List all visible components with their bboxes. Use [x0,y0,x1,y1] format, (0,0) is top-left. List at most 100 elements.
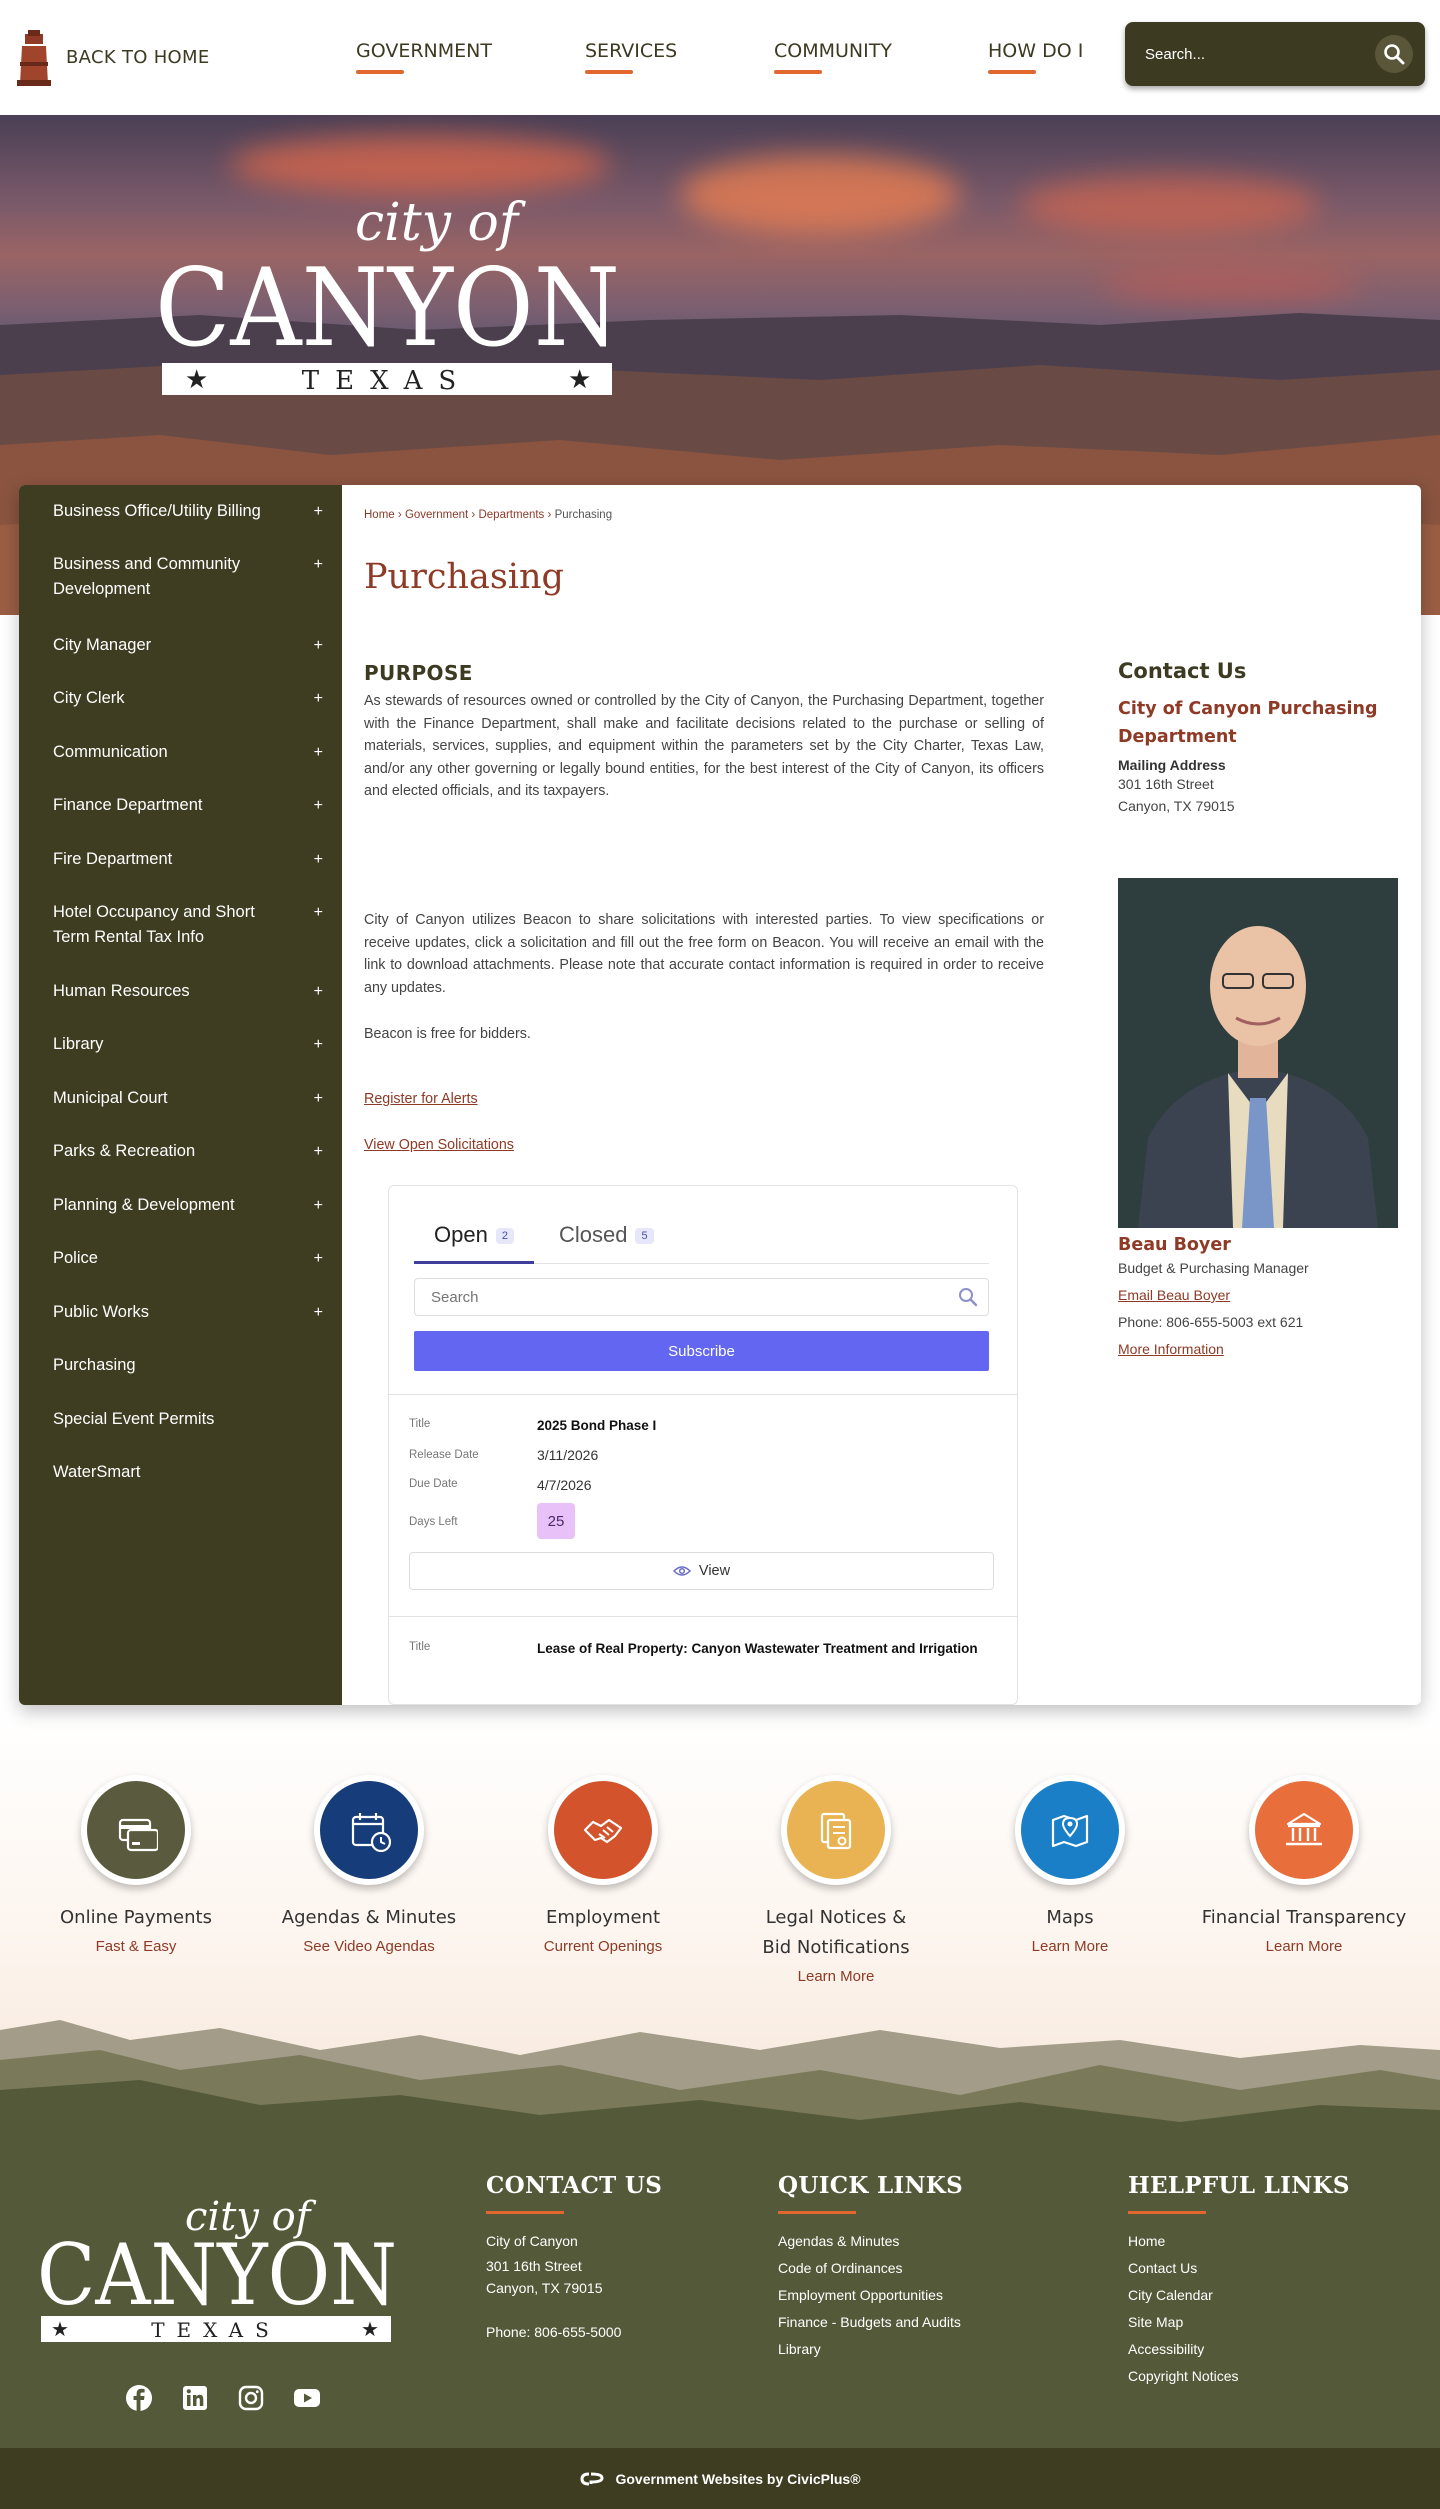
email-staff-link[interactable]: Email Beau Boyer [1118,1282,1398,1309]
footer-helpful-link[interactable]: Home [1128,2228,1350,2255]
expand-plus-icon[interactable]: + [314,499,323,524]
purpose-text: As stewards of resources owned or contro… [364,693,1044,800]
sidebar-item[interactable]: Purchasing [53,1353,323,1378]
staff-phone: Phone: 806-655-5003 ext 621 [1118,1314,1304,1330]
quick-link[interactable]: Maps Learn More [953,1775,1187,1961]
footer-quick-heading: QUICK LINKS [778,2172,963,2214]
sidebar-item[interactable]: City Manager + [53,633,323,658]
footer-helpful-link[interactable]: Accessibility [1128,2336,1350,2363]
beacon-text: City of Canyon utilizes Beacon to share … [364,912,1044,996]
tab-open[interactable]: Open 2 [414,1216,534,1264]
linkedin-link[interactable] [180,2383,210,2413]
register-alerts-link[interactable]: Register for Alerts [364,1091,478,1107]
footer-helpful-link[interactable]: Copyright Notices [1128,2363,1350,2390]
bids-widget: Open 2 Closed 5 Subscribe Title 2025 Bond … [388,1185,1018,1705]
quick-link[interactable]: Financial Transparency Learn More [1187,1775,1421,1961]
sidebar-item[interactable]: Finance Department + [53,793,323,818]
footer-quick-link[interactable]: Library [778,2336,963,2363]
back-to-home-link[interactable]: BACK TO HOME [14,28,210,86]
breadcrumb-home[interactable]: Home [364,509,395,521]
expand-plus-icon[interactable]: + [314,740,323,765]
instagram-link[interactable] [236,2383,266,2413]
sidebar-item[interactable]: WaterSmart [53,1460,323,1485]
expand-plus-icon[interactable]: + [314,686,323,711]
sidebar-item[interactable]: Communication + [53,740,323,765]
linkedin-icon [183,2386,207,2410]
sidebar-item[interactable]: Planning & Development + [53,1193,323,1218]
nav-government[interactable]: GOVERNMENT [356,40,492,74]
expand-plus-icon[interactable]: + [314,979,323,1004]
breadcrumb-departments[interactable]: Departments [478,509,544,521]
expand-plus-icon[interactable]: + [314,552,323,577]
expand-plus-icon[interactable]: + [314,1032,323,1057]
bids-search-input[interactable] [431,1288,958,1306]
subscribe-button[interactable]: Subscribe [414,1331,989,1371]
expand-plus-icon[interactable]: + [314,793,323,818]
contact-us-box: Contact Us City of Canyon Purchasing Dep… [1118,659,1408,817]
expand-plus-icon[interactable]: + [314,1300,323,1325]
expand-plus-icon[interactable]: + [314,633,323,658]
footer-helpful-link[interactable]: Site Map [1128,2309,1350,2336]
sidebar-item[interactable]: Special Event Permits [53,1407,323,1432]
view-bid-button[interactable]: View [409,1552,994,1590]
content-card: Business Office/Utility Billing + Business… [19,485,1421,1705]
quick-link[interactable]: Agendas & Minutes See Video Agendas [252,1775,486,1961]
footer-credit-bar: Government Websites by CivicPlus® [0,2448,1440,2509]
sidebar-item[interactable]: City Clerk + [53,686,323,711]
logo-city-of: city of [355,193,526,253]
breadcrumb-current: Purchasing [554,509,613,521]
footer-contact-line: Canyon, TX 79015 [486,2280,603,2296]
expand-plus-icon[interactable]: + [314,900,323,925]
bid-title[interactable]: Lease of Real Property: Canyon Wastewate… [537,1641,978,1656]
svg-text:★: ★ [361,2319,379,2341]
expand-plus-icon[interactable]: + [314,1139,323,1164]
sidebar-item[interactable]: Fire Department + [53,847,323,872]
staff-name: Beau Boyer [1118,1235,1231,1255]
quick-link[interactable]: Online Payments Fast & Easy [19,1775,253,1961]
quick-link[interactable]: Employment Current Openings [486,1775,720,1961]
sidebar-item[interactable]: Parks & Recreation + [53,1139,323,1164]
sidebar-item[interactable]: Public Works + [53,1300,323,1325]
sidebar-item-label: Communication [53,743,168,761]
expand-plus-icon[interactable]: + [314,1086,323,1111]
nav-services[interactable]: SERVICES [585,40,677,74]
sidebar-item-label: Hotel Occupancy and Short Term Rental Ta… [53,903,255,946]
breadcrumb: Home › Government › Departments › Purcha… [364,509,613,521]
sidebar-item[interactable]: Business Office/Utility Billing + [53,499,323,524]
civicplus-credit-link[interactable]: Government Websites by CivicPlus® [615,2471,860,2487]
bid-title[interactable]: 2025 Bond Phase I [537,1418,656,1433]
breadcrumb-government[interactable]: Government [405,509,468,521]
sidebar-item[interactable]: Library + [53,1032,323,1057]
more-information-link[interactable]: More Information [1118,1336,1398,1363]
footer-helpful-link[interactable]: City Calendar [1128,2282,1350,2309]
view-solicitations-link[interactable]: View Open Solicitations [364,1137,514,1153]
sidebar-item[interactable]: Human Resources + [53,979,323,1004]
site-search-input[interactable] [1145,45,1375,63]
sidebar-item[interactable]: Municipal Court + [53,1086,323,1111]
expand-plus-icon[interactable]: + [314,847,323,872]
nav-how-do-i[interactable]: HOW DO I [988,40,1083,74]
footer-quick-link[interactable]: Finance - Budgets and Audits [778,2309,963,2336]
quick-link-circle [1015,1775,1125,1885]
search-button[interactable] [1375,35,1413,73]
footer-quick-link[interactable]: Employment Opportunities [778,2282,963,2309]
expand-plus-icon[interactable]: + [314,1193,323,1218]
city-of-canyon-logo: city of CANYON ★ ★ TEXAS [155,193,620,396]
tab-closed[interactable]: Closed 5 [539,1216,674,1264]
footer-quick-link[interactable]: Code of Ordinances [778,2255,963,2282]
tab-open-label: Open [434,1222,488,1247]
sidebar-item[interactable]: Hotel Occupancy and Short Term Rental Ta… [53,900,323,950]
footer-city-logo: city of CANYON ★ ★ TEXAS [37,2194,397,2342]
release-date: 3/11/2026 [537,1447,599,1463]
footer-quick-link[interactable]: Agendas & Minutes [778,2228,963,2255]
search-icon[interactable] [958,1287,978,1307]
quick-link-subtitle: Current Openings [543,1938,663,1955]
expand-plus-icon[interactable]: + [314,1246,323,1271]
quick-link[interactable]: Legal Notices & Bid Notifications Learn M… [719,1775,953,1991]
youtube-link[interactable] [292,2383,322,2413]
facebook-link[interactable] [124,2383,154,2413]
sidebar-item[interactable]: Business and Community Development + [53,552,323,602]
sidebar-item[interactable]: Police + [53,1246,323,1271]
nav-community[interactable]: COMMUNITY [774,40,892,74]
footer-helpful-link[interactable]: Contact Us [1128,2255,1350,2282]
